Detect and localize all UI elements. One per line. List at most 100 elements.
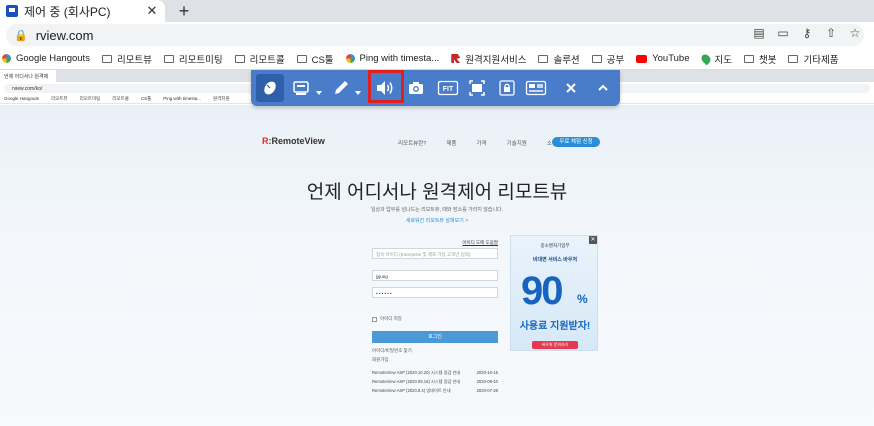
news-item[interactable]: RemoteView ASP (2020.8.4) 업데이트 안내 2020-07… — [372, 388, 498, 394]
ad-subtitle: 사용료 지원받자! — [519, 321, 591, 332]
draw-button[interactable] — [327, 74, 355, 102]
folder-icon — [101, 54, 112, 63]
bookmark-folder[interactable]: 기타제품 — [788, 52, 838, 66]
bookmark-rsupport[interactable]: 원격지원서비스 — [451, 52, 526, 66]
ad-heading: 비대면 서비스 바우처 — [532, 257, 578, 263]
remoteview-logo[interactable]: R:RemoteView — [262, 136, 325, 146]
cast-icon[interactable]: ▭ — [776, 26, 790, 40]
signup-link[interactable]: 회원가입 — [372, 357, 389, 363]
voucher-ad-banner[interactable]: ✕ 중소벤처기업부 비대면 서비스 바우처 90 % 사용료 지원받자! 바우처… — [510, 235, 598, 351]
fit-label: FIT — [443, 86, 454, 93]
keyboard-icon — [293, 81, 309, 95]
share-icon[interactable]: ⇧ — [824, 26, 838, 40]
nav-item[interactable]: 제품 — [446, 139, 456, 147]
news-item[interactable]: RemoteView ASP (2020.09.16) 시스템 점검 안내 202… — [372, 379, 498, 385]
bookmark-ping[interactable]: Ping with timesta... — [345, 53, 439, 64]
ping-icon — [345, 54, 355, 63]
bookmark-maps[interactable]: 지도 — [699, 52, 732, 66]
login-button[interactable]: 로그인 — [372, 331, 498, 343]
youtube-icon — [636, 54, 648, 63]
ad-percentage: 90 — [521, 269, 563, 313]
bookmark-folder[interactable]: 리모트미팅 — [163, 52, 223, 66]
checkbox-icon[interactable] — [372, 316, 377, 322]
remote-bookmark[interactable]: 리모트콜 — [112, 96, 129, 102]
folder-icon — [538, 54, 549, 63]
hero-subtitle: 일상과 업무를 넘나드는 리모트뷰, 때와 장소를 가리지 않습니다. — [370, 207, 504, 213]
tab-strip: 제어 중 (회사PC) ✕ + — [0, 0, 874, 22]
free-trial-button[interactable]: 무료 체험 신청 — [552, 137, 600, 147]
remote-browser-tab[interactable]: 언제 어디서나 원격제 — [0, 70, 56, 82]
bookmark-youtube[interactable]: YouTube — [636, 53, 690, 64]
star-icon[interactable]: ☆ — [848, 26, 862, 40]
nav-item[interactable]: 기술지원 — [507, 139, 527, 147]
help-link[interactable]: 아이디 도메 도움말 — [462, 240, 498, 246]
close-icon — [566, 83, 576, 93]
password-field[interactable]: • • • • • • — [372, 287, 498, 298]
bookmark-folder[interactable]: CS툴 — [296, 52, 334, 66]
bookmark-google-hangouts[interactable]: Google Hangouts — [2, 53, 90, 64]
tab-title: 제어 중 (회사PC) — [24, 4, 111, 19]
fullscreen-button[interactable] — [463, 74, 491, 102]
camera-icon — [409, 82, 423, 94]
fit-icon: FIT — [437, 80, 459, 96]
lock-icon[interactable]: 🔒 — [14, 29, 28, 42]
multi-monitor-button[interactable] — [522, 74, 550, 102]
key-icon[interactable]: ⚷ — [800, 26, 814, 40]
collapse-toolbar-button[interactable] — [589, 74, 617, 102]
remote-bookmark[interactable]: CS툴 — [141, 96, 151, 102]
bookmark-folder[interactable]: 공부 — [591, 52, 624, 66]
browser-tab[interactable]: 제어 중 (회사PC) ✕ — [0, 0, 165, 22]
nav-item[interactable]: 리모트뷰란? — [398, 139, 426, 147]
ad-inquiry-button[interactable]: 바우처 문의하기 — [532, 341, 578, 349]
username-field[interactable]: jyjung — [372, 270, 498, 281]
google-icon — [2, 54, 11, 63]
clipboard-icon[interactable]: ▤ — [752, 26, 766, 40]
remember-id-checkbox[interactable]: 아이디 저장 — [372, 316, 402, 322]
folder-icon — [788, 54, 799, 63]
remoteview-favicon-icon — [6, 5, 18, 17]
fit-screen-button[interactable]: FIT — [434, 74, 462, 102]
draw-dropdown-caret[interactable] — [355, 90, 361, 96]
bookmark-folder[interactable]: 리모트뷰 — [101, 52, 152, 66]
maps-icon — [699, 52, 712, 65]
chevron-up-icon — [598, 84, 608, 91]
folder-icon — [744, 54, 754, 63]
address-bar-row: 🔒 rview.com ▤ ▭ ⚷ ⇧ ☆ — [0, 22, 874, 48]
remote-bookmark[interactable]: 리모트미팅 — [80, 96, 101, 102]
remoteview-website: R:RemoteView 리모트뷰란? 제품 가격 기술지원 소식 무료 체험 … — [0, 105, 874, 426]
new-tab-button[interactable]: + — [175, 1, 193, 22]
bookmark-folder[interactable]: 리모트콜 — [234, 52, 285, 66]
ad-organization: 중소벤처기업부 — [540, 243, 570, 248]
remote-bookmark[interactable]: 리모트뷰 — [51, 96, 68, 102]
mouse-control-button[interactable] — [256, 74, 284, 102]
fullscreen-icon — [469, 80, 485, 96]
lock-screen-button[interactable] — [493, 74, 521, 102]
remote-screen[interactable]: 언제 어디서나 원격제 rview.com/ko/ Google Hangout… — [0, 70, 874, 426]
remote-bookmark[interactable]: Ping with timesta... — [163, 96, 201, 101]
address-bar[interactable]: 🔒 rview.com — [6, 24, 864, 46]
mouse-icon — [264, 81, 276, 95]
end-session-button[interactable] — [557, 74, 585, 102]
news-item[interactable]: RemoteView ASP (2020.10.20) 시스템 점검 안내 202… — [372, 370, 498, 376]
tab-close-icon[interactable]: ✕ — [145, 3, 159, 19]
keyboard-dropdown-caret[interactable] — [316, 90, 322, 96]
screenshot-button[interactable] — [402, 74, 430, 102]
bookmarks-bar: Google Hangouts 리모트뷰 리모트미팅 리모트콜 CS툴 Ping… — [0, 48, 874, 70]
bookmark-folder[interactable]: 솔루션 — [538, 52, 580, 66]
nav-item[interactable]: 가격 — [476, 139, 486, 147]
pen-icon — [335, 81, 348, 94]
bookmark-folder[interactable]: 챗봇 — [744, 52, 776, 66]
folder-icon — [591, 54, 602, 63]
hero-title: 언제 어디서나 원격제어 리모트뷰 — [306, 182, 568, 203]
access-id-field[interactable]: 접속 아이디 (Enterprise 및 제로 가입 고객만 입력) — [372, 248, 498, 259]
find-account-link[interactable]: 아이디/비밀번호 찾기 — [372, 348, 412, 354]
remote-bookmark[interactable]: Google Hangouts — [4, 96, 39, 101]
rsupport-icon — [451, 54, 461, 63]
remote-bookmark[interactable]: 원격지원 — [213, 96, 230, 102]
site-nav: 리모트뷰란? 제품 가격 기술지원 소식 — [398, 139, 557, 147]
folder-icon — [163, 54, 174, 63]
multi-monitor-icon — [525, 80, 547, 96]
address-bar-actions: ▤ ▭ ⚷ ⇧ ☆ — [752, 26, 862, 40]
keyboard-button[interactable] — [287, 74, 315, 102]
hero-link[interactable]: 새로워진 리모트뷰 살펴보기 > — [0, 217, 874, 224]
